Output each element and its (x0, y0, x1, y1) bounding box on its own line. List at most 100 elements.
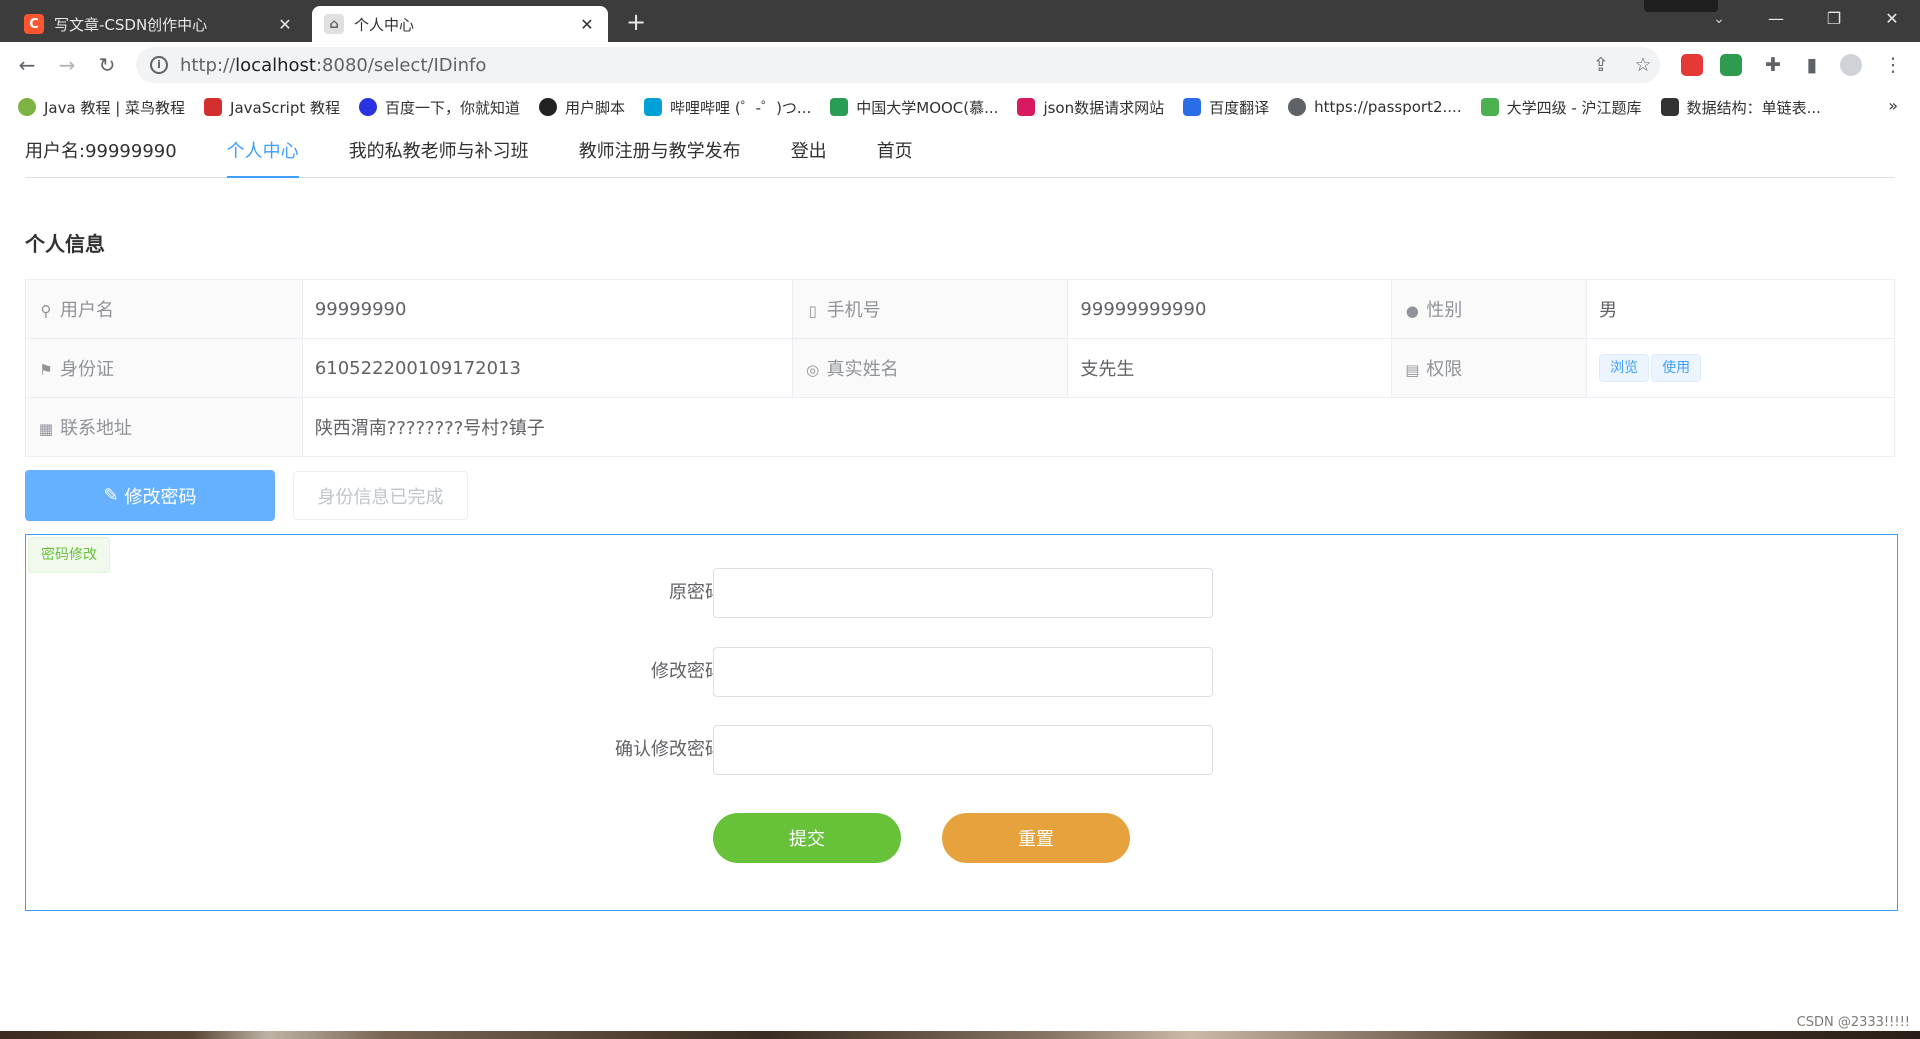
address-bar[interactable]: i http://localhost:8080/select/IDinfo (136, 47, 1660, 83)
csdn-c-icon: C (24, 14, 44, 34)
bookmark-item[interactable]: 中国大学MOOC(慕... (830, 97, 998, 118)
bookmark-label: 用户脚本 (565, 98, 626, 117)
form-row-new-password: 修改密码 (26, 647, 1899, 697)
bookmark-label: Java 教程 | 菜鸟教程 (44, 98, 186, 117)
chevron-down-icon[interactable]: ⌄ (1705, 2, 1733, 36)
desktop-background-strip (0, 1031, 1920, 1039)
url-rest: :8080/select/IDinfo (315, 54, 487, 76)
restore-icon[interactable]: ❐ (1806, 0, 1862, 38)
kebab-menu-icon[interactable]: ⋮ (1878, 50, 1908, 80)
back-arrow-icon[interactable]: ← (12, 50, 42, 80)
bookmark-label: https://passport2.... (1314, 98, 1462, 116)
user-solid-icon: ● (1405, 302, 1419, 320)
browser-tab-profile[interactable]: ⌂ 个人中心 ✕ (312, 6, 608, 42)
side-panel-icon[interactable]: ▮ (1797, 50, 1827, 80)
url-host: localhost (235, 54, 316, 76)
location-icon: ◎ (806, 361, 820, 379)
phone-value: 99999999990 (1067, 279, 1393, 339)
star-icon[interactable]: ☆ (1628, 50, 1658, 80)
permission-label: 权限 (1426, 359, 1463, 380)
bookmark-item[interactable]: json数据请求网站 (1017, 97, 1164, 118)
table-row: ⚑ 身份证 610522200109172013 ◎ 真实姓名 支先生 ▤ 权限 浏览… (25, 338, 1895, 398)
table-row: ⚲ 用户名 99999990 ▯ 手机号 99999999990 ● 性别 男 (25, 279, 1895, 339)
menu-item-my-tutors[interactable]: 我的私教老师与补习班 (349, 126, 529, 178)
runoob-icon (18, 98, 36, 116)
browser-toolbar: ← → ↻ i http://localhost:8080/select/IDi… (0, 42, 1920, 88)
page-icon: ⌂ (324, 14, 344, 34)
shield-icon (204, 98, 223, 116)
bookmark-item[interactable]: Java 教程 | 菜鸟教程 (18, 97, 185, 118)
window-close-icon[interactable]: ✕ (1864, 0, 1920, 38)
globe-icon (1288, 98, 1307, 116)
gender-value: 男 (1586, 279, 1895, 339)
avatar[interactable] (1840, 54, 1862, 76)
close-icon[interactable]: ✕ (578, 15, 596, 34)
menu-item-username[interactable]: 用户名:99999990 (25, 126, 177, 178)
address-label: 联系地址 (60, 418, 132, 439)
confirm-password-input[interactable] (713, 725, 1213, 775)
bookmark-label: JavaScript 教程 (230, 98, 341, 117)
permission-label-cell: ▤ 权限 (1391, 338, 1588, 398)
script-icon (539, 98, 558, 116)
username-value: 99999990 (301, 279, 793, 339)
menu-item-logout[interactable]: 登出 (791, 126, 827, 178)
puzzle-icon[interactable]: ✚ (1758, 50, 1788, 80)
tab-title: 写文章-CSDN创作中心 (54, 15, 208, 34)
menu-item-profile[interactable]: 个人中心 (226, 126, 299, 178)
permission-value: 浏览 使用 (1586, 338, 1895, 398)
browser-tab-csdn[interactable]: C 写文章-CSDN创作中心 ✕ (12, 6, 306, 42)
baidu-paw-icon (359, 98, 378, 116)
permission-tag: 使用 (1651, 354, 1702, 382)
crown-icon (1017, 98, 1036, 116)
forward-arrow-icon[interactable]: → (52, 50, 82, 80)
translate-icon (1183, 98, 1202, 116)
bookmark-item[interactable]: 数据结构：单链表... (1660, 97, 1821, 118)
realname-label: 真实姓名 (826, 359, 899, 380)
personal-info-table: ⚲ 用户名 99999990 ▯ 手机号 99999999990 ● 性别 男 ⚑ 身份… (25, 279, 1896, 457)
page-content: 用户名:99999990 个人中心 我的私教老师与补习班 教师注册与教学发布 登… (0, 126, 1920, 1031)
bookmark-item[interactable]: 百度一下，你就知道 (359, 97, 520, 118)
menu-item-home[interactable]: 首页 (877, 126, 913, 178)
confirm-password-label: 确认修改密码 (615, 739, 723, 760)
id-info-done-button: 身份信息已完成 (293, 471, 468, 520)
extension-on-icon[interactable] (1720, 54, 1742, 76)
user-icon: ⚲ (40, 302, 52, 320)
bookmark-item[interactable]: 大学四级 - 沪江题库 (1480, 97, 1642, 118)
realname-label-cell: ◎ 真实姓名 (791, 338, 1069, 398)
bookmark-item[interactable]: JavaScript 教程 (204, 97, 340, 118)
address-value: 陕西渭南????????号村?镇子 (301, 397, 1896, 457)
bookmark-item[interactable]: https://passport2.... (1288, 98, 1462, 116)
old-password-input[interactable] (713, 568, 1213, 618)
menu-item-teacher-register[interactable]: 教师注册与教学发布 (579, 126, 741, 178)
realname-value: 支先生 (1067, 338, 1393, 398)
reset-button[interactable]: 重置 (942, 813, 1130, 863)
section-title: 个人信息 (25, 232, 105, 256)
address-label-cell: ▦ 联系地址 (25, 397, 303, 457)
idcard-value: 610522200109172013 (301, 338, 793, 398)
flag-icon: ⚑ (39, 361, 53, 379)
minimize-icon[interactable]: — (1748, 0, 1804, 38)
new-tab-button[interactable]: + (618, 8, 654, 36)
reload-icon[interactable]: ↻ (92, 50, 122, 80)
bookmarks-bar: Java 教程 | 菜鸟教程 JavaScript 教程 百度一下，你就知道 用… (0, 88, 1920, 126)
form-row-old-password: 原密码 (26, 568, 1899, 618)
bookmark-item[interactable]: 哔哩哔哩 (゜-゜)つ... (644, 97, 811, 118)
bookmarks-more-icon[interactable]: » (1888, 96, 1898, 115)
change-password-button[interactable]: ✎ 修改密码 (25, 470, 275, 521)
tab-title: 个人中心 (354, 15, 415, 34)
submit-button[interactable]: 提交 (713, 813, 901, 863)
watermark: CSDN @2333!!!!! (1796, 1015, 1910, 1030)
bookmark-label: 中国大学MOOC(慕... (856, 98, 999, 117)
phone-label: 手机号 (826, 300, 881, 321)
bookmark-item[interactable]: 百度翻译 (1183, 97, 1269, 118)
hujiang-icon (1480, 98, 1499, 116)
form-row-confirm-password: 确认修改密码 (26, 725, 1899, 775)
bookmark-item[interactable]: 用户脚本 (539, 97, 625, 118)
url-scheme: http:// (180, 54, 236, 76)
close-icon[interactable]: ✕ (276, 15, 294, 34)
extension-red-icon[interactable] (1681, 54, 1703, 76)
info-icon[interactable]: i (150, 56, 168, 74)
new-password-input[interactable] (713, 647, 1213, 697)
change-password-label: 修改密码 (124, 486, 197, 508)
share-icon[interactable]: ⇪ (1586, 50, 1616, 80)
